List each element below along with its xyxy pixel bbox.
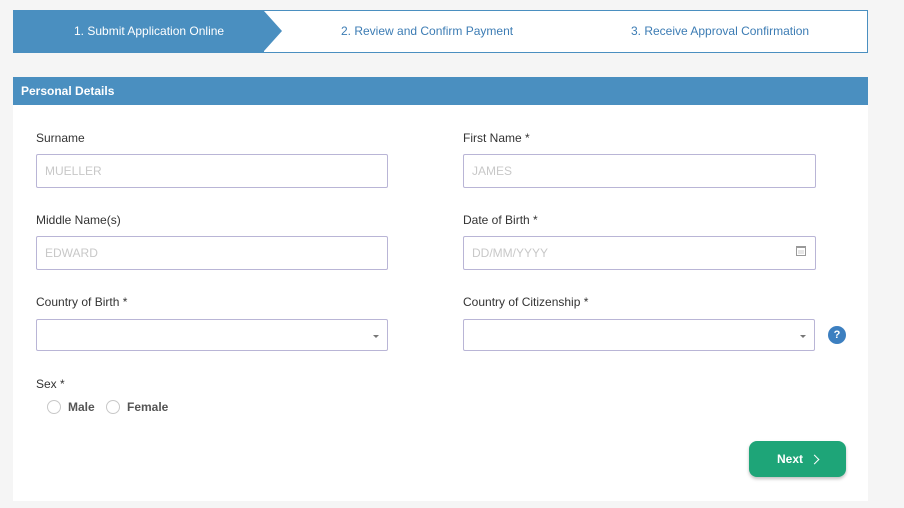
female-radio-label: Female xyxy=(127,400,169,414)
chevron-right-icon xyxy=(809,454,820,464)
first-name-label: First Name * xyxy=(463,131,530,145)
date-of-birth-label: Date of Birth * xyxy=(463,213,538,227)
step-1-label: 1. Submit Application Online xyxy=(74,24,225,38)
male-radio[interactable] xyxy=(47,400,61,414)
sex-option-female[interactable]: Female xyxy=(106,400,168,414)
first-name-input[interactable] xyxy=(463,154,816,188)
country-of-citizenship-select[interactable] xyxy=(463,319,815,351)
next-button-label: Next xyxy=(776,452,803,466)
chevron-down-icon xyxy=(373,335,379,338)
date-of-birth-input[interactable] xyxy=(463,236,816,270)
help-icon[interactable]: ? xyxy=(828,326,846,344)
middle-name-input[interactable] xyxy=(36,236,388,270)
date-of-birth-field xyxy=(463,236,816,270)
calendar-icon[interactable] xyxy=(796,246,806,256)
sex-option-male[interactable]: Male xyxy=(47,400,95,414)
female-radio[interactable] xyxy=(106,400,120,414)
country-of-citizenship-label: Country of Citizenship * xyxy=(463,295,589,309)
surname-label: Surname xyxy=(36,131,85,145)
step-2-label: 2. Review and Confirm Payment xyxy=(341,24,514,38)
progress-steps: 1. Submit Application Online 2. Review a… xyxy=(13,10,868,53)
male-radio-label: Male xyxy=(68,400,95,414)
middle-name-label: Middle Name(s) xyxy=(36,213,121,227)
chevron-down-icon xyxy=(800,335,806,338)
sex-label: Sex * xyxy=(36,377,65,391)
surname-input[interactable] xyxy=(36,154,388,188)
personal-details-card: Personal Details Surname First Name * Mi… xyxy=(13,77,868,501)
country-of-birth-select[interactable] xyxy=(36,319,388,351)
section-header: Personal Details xyxy=(13,77,868,105)
next-button[interactable]: Next xyxy=(749,441,846,477)
step-3-label: 3. Receive Approval Confirmation xyxy=(631,24,810,38)
country-of-birth-label: Country of Birth * xyxy=(36,295,128,309)
